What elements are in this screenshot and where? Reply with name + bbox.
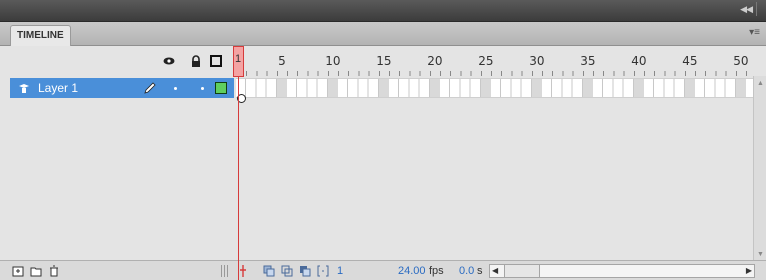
edit-multiple-frames-icon[interactable] (299, 265, 311, 277)
frame-cell-35 (582, 79, 593, 97)
ruler-label-15: 15 (376, 54, 392, 68)
frame-cell-45 (684, 79, 695, 97)
collapse-icon[interactable]: ◀◀ (740, 4, 753, 15)
ruler-label-5: 5 (278, 54, 286, 68)
ruler-label-40: 40 (631, 54, 647, 68)
frame-track[interactable] (236, 78, 753, 98)
scroll-up-icon[interactable]: ▲ (757, 80, 764, 87)
delete-icon[interactable] (48, 265, 60, 277)
new-folder-icon[interactable] (30, 265, 42, 277)
scroll-left-icon[interactable]: ◀ (492, 266, 498, 275)
playhead-frame-number: 1 (235, 53, 242, 65)
frame-cell-5 (276, 79, 287, 97)
frame-cell-15 (378, 79, 389, 97)
center-frame-icon[interactable] (240, 265, 246, 277)
current-frame[interactable]: 1 (337, 265, 343, 277)
layer-name[interactable]: Layer 1 (38, 81, 78, 95)
frame-cell-10 (327, 79, 338, 97)
timeline-header: 5 10 15 20 25 30 35 40 45 50 (0, 46, 766, 76)
frame-cell-30 (531, 79, 542, 97)
resize-grip[interactable] (221, 265, 229, 277)
frame-cell-20 (429, 79, 440, 97)
timeline-panel: 5 10 15 20 25 30 35 40 45 50 Layer 1 1 ▲ ▼ (0, 46, 766, 280)
ruler-ticks (236, 71, 751, 76)
ruler-label-35: 35 (580, 54, 596, 68)
panel-menu-icon[interactable]: ▾≡ (749, 27, 760, 38)
outline-icon[interactable] (210, 55, 222, 67)
frame-cell-40 (633, 79, 644, 97)
layer-lock-dot[interactable] (201, 87, 204, 90)
tab-bar: TIMELINE ▾≡ (0, 22, 766, 47)
fps-unit: fps (429, 265, 444, 277)
layer-visibility-dot[interactable] (174, 87, 177, 90)
new-layer-icon[interactable] (12, 265, 24, 277)
horizontal-scrollbar[interactable]: ◀ ▶ (489, 264, 755, 278)
ruler-label-30: 30 (529, 54, 545, 68)
ruler-label-10: 10 (325, 54, 341, 68)
eye-icon[interactable] (163, 55, 175, 67)
time-unit: s (477, 265, 483, 277)
frame-ruler[interactable]: 5 10 15 20 25 30 35 40 45 50 (236, 50, 751, 76)
pencil-icon (144, 82, 156, 94)
vertical-scrollbar[interactable]: ▲ ▼ (753, 76, 766, 260)
panel-edge (756, 2, 764, 16)
ruler-label-20: 20 (427, 54, 443, 68)
tab-timeline[interactable]: TIMELINE (10, 25, 71, 47)
playhead-line[interactable] (238, 77, 239, 280)
layer-icon (19, 84, 29, 93)
layer-outline-color[interactable] (215, 82, 227, 94)
onion-outline-icon[interactable] (281, 265, 293, 277)
modify-onion-markers-icon[interactable] (317, 265, 329, 277)
layer-row[interactable]: Layer 1 (10, 78, 234, 98)
time-value[interactable]: 0.0 (459, 265, 474, 277)
ruler-label-25: 25 (478, 54, 494, 68)
frame-cell-50 (735, 79, 746, 97)
frame-cell-25 (480, 79, 491, 97)
ruler-label-45: 45 (682, 54, 698, 68)
playhead[interactable]: 1 (233, 46, 244, 77)
scroll-thumb[interactable] (504, 265, 540, 277)
panel-titlebar: ◀◀ (0, 0, 766, 22)
scroll-right-icon[interactable]: ▶ (746, 266, 752, 275)
ruler-label-50: 50 (733, 54, 749, 68)
fps-value[interactable]: 24.00 (398, 265, 426, 277)
status-bar: 1 24.00 fps 0.0 s ◀ ▶ (0, 260, 766, 280)
onion-skin-icon[interactable] (263, 265, 275, 277)
lock-icon[interactable] (190, 55, 202, 67)
scroll-down-icon[interactable]: ▼ (757, 251, 764, 258)
